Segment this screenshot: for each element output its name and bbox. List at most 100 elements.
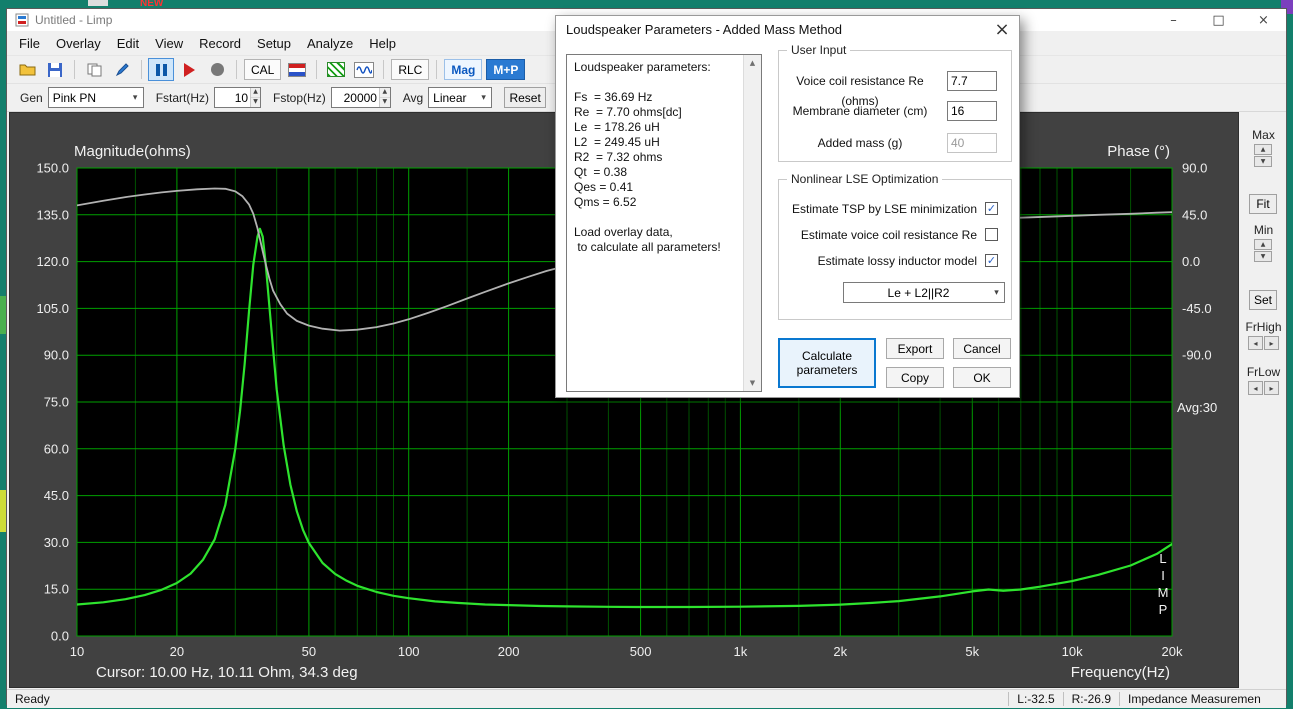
app-icon bbox=[15, 13, 29, 27]
open-button[interactable] bbox=[14, 58, 40, 81]
frhigh-arrows: ◂ ▸ bbox=[1248, 336, 1280, 350]
toolbar-separator bbox=[316, 60, 317, 79]
results-line bbox=[574, 75, 741, 90]
minimize-button[interactable]: – bbox=[1151, 9, 1196, 31]
results-line bbox=[574, 210, 741, 225]
screen: NEW Untitled - Limp – □ × File Overlay E… bbox=[0, 0, 1293, 709]
signal-generator-icon bbox=[327, 62, 345, 77]
diameter-input[interactable] bbox=[947, 101, 997, 121]
waveform-button[interactable] bbox=[351, 58, 377, 81]
spin-up-icon[interactable]: ▲ bbox=[251, 88, 260, 98]
cal-button[interactable]: CAL bbox=[244, 59, 281, 80]
estimate-tsp-label: Estimate TSP by LSE minimization bbox=[779, 202, 977, 216]
close-button[interactable]: × bbox=[1241, 9, 1286, 31]
mag-plus-phase-button[interactable]: M+P bbox=[486, 59, 525, 80]
menu-help[interactable]: Help bbox=[361, 31, 404, 55]
min-down-button[interactable]: ▼ bbox=[1254, 251, 1272, 262]
frequency-axis-title: Frequency(Hz) bbox=[1071, 664, 1170, 681]
pen-button[interactable] bbox=[109, 58, 135, 81]
frlow-right-button[interactable]: ▸ bbox=[1264, 381, 1279, 395]
svg-text:90.0: 90.0 bbox=[44, 348, 69, 363]
results-box[interactable]: Loudspeaker parameters: Fs = 36.69 Hz Re… bbox=[566, 54, 762, 392]
menu-overlay[interactable]: Overlay bbox=[48, 31, 109, 55]
export-button[interactable]: Export bbox=[886, 338, 944, 359]
spin-down-icon[interactable]: ▼ bbox=[380, 98, 390, 107]
scroll-up-button[interactable]: ▲ bbox=[744, 55, 761, 71]
scroll-down-button[interactable]: ▼ bbox=[744, 375, 761, 391]
frhigh-right-button[interactable]: ▸ bbox=[1264, 336, 1279, 350]
generator-button[interactable] bbox=[323, 58, 349, 81]
pause-button[interactable] bbox=[148, 58, 174, 81]
toolbar-separator bbox=[236, 60, 237, 79]
fstop-value[interactable] bbox=[332, 88, 379, 107]
spin-up-icon[interactable]: ▲ bbox=[380, 88, 390, 98]
results-scrollbar[interactable]: ▲ ▼ bbox=[743, 55, 761, 391]
ok-button[interactable]: OK bbox=[953, 367, 1011, 388]
menu-edit[interactable]: Edit bbox=[109, 31, 147, 55]
fstart-value[interactable] bbox=[215, 88, 250, 107]
max-down-button[interactable]: ▼ bbox=[1254, 156, 1272, 167]
chevron-down-icon: ▾ bbox=[476, 93, 491, 103]
menu-analyze[interactable]: Analyze bbox=[299, 31, 361, 55]
max-up-button[interactable]: ▲ bbox=[1254, 144, 1272, 155]
rlc-button[interactable]: RLC bbox=[391, 59, 429, 80]
lse-group-label: Nonlinear LSE Optimization bbox=[787, 172, 942, 186]
check-row: Estimate voice coil resistance Re ✓ bbox=[779, 228, 1011, 242]
estimate-re-checkbox[interactable]: ✓ bbox=[985, 228, 998, 241]
check-icon: ✓ bbox=[986, 255, 997, 266]
spin-down-icon[interactable]: ▼ bbox=[251, 98, 260, 107]
save-button[interactable] bbox=[42, 58, 68, 81]
re-field-row: Voice coil resistance Re (ohms) bbox=[779, 71, 1011, 91]
estimate-tsp-checkbox[interactable]: ✓ bbox=[985, 202, 998, 215]
avg-value: Linear bbox=[433, 91, 476, 105]
waveform-icon bbox=[354, 62, 374, 78]
mag-button[interactable]: Mag bbox=[444, 59, 482, 80]
status-mode: Impedance Measuremen bbox=[1119, 692, 1286, 706]
fstart-input[interactable]: ▲▼ bbox=[214, 87, 261, 108]
frlow-left-button[interactable]: ◂ bbox=[1248, 381, 1263, 395]
svg-text:45.0: 45.0 bbox=[44, 488, 69, 503]
menu-setup[interactable]: Setup bbox=[249, 31, 299, 55]
calculate-parameters-button[interactable]: Calculate parameters bbox=[778, 338, 876, 388]
generator-select[interactable]: Pink PN ▾ bbox=[48, 87, 144, 108]
play-button[interactable] bbox=[176, 58, 202, 81]
min-up-button[interactable]: ▲ bbox=[1254, 239, 1272, 250]
cancel-button[interactable]: Cancel bbox=[953, 338, 1011, 359]
lossy-inductor-label: Estimate lossy inductor model bbox=[779, 254, 977, 268]
phase-axis-title: Phase (°) bbox=[1107, 143, 1170, 160]
avg-select[interactable]: Linear ▾ bbox=[428, 87, 492, 108]
svg-text:120.0: 120.0 bbox=[36, 254, 69, 269]
menu-view[interactable]: View bbox=[147, 31, 191, 55]
svg-text:-45.0: -45.0 bbox=[1182, 301, 1212, 316]
svg-text:75.0: 75.0 bbox=[44, 395, 69, 410]
stop-icon bbox=[211, 63, 224, 76]
reset-button[interactable]: Reset bbox=[504, 87, 546, 108]
stop-button[interactable] bbox=[204, 58, 230, 81]
fit-button[interactable]: Fit bbox=[1249, 194, 1277, 214]
frlow-arrows: ◂ ▸ bbox=[1248, 381, 1280, 395]
copy-button[interactable]: Copy bbox=[886, 367, 944, 388]
fstop-input[interactable]: ▲▼ bbox=[331, 87, 391, 108]
copy-button[interactable] bbox=[81, 58, 107, 81]
lossy-inductor-checkbox[interactable]: ✓ bbox=[985, 254, 998, 267]
menu-file[interactable]: File bbox=[11, 31, 48, 55]
chevron-down-icon: ▾ bbox=[128, 93, 143, 103]
re-input[interactable] bbox=[947, 71, 997, 91]
status-right-level: R:-26.9 bbox=[1063, 692, 1119, 706]
svg-text:10k: 10k bbox=[1062, 644, 1083, 659]
pause-icon bbox=[156, 64, 167, 76]
svg-text:2k: 2k bbox=[833, 644, 847, 659]
toolbar-separator bbox=[436, 60, 437, 79]
magnitude-axis-title: Magnitude(ohms) bbox=[74, 143, 191, 160]
flag-button[interactable] bbox=[284, 58, 310, 81]
results-line: Le = 178.26 uH bbox=[574, 120, 741, 135]
maximize-button[interactable]: □ bbox=[1196, 9, 1241, 31]
fstart-label: Fstart(Hz) bbox=[156, 91, 209, 105]
inductor-model-select[interactable]: Le + L2||R2 ▾ bbox=[843, 282, 1005, 303]
menu-record[interactable]: Record bbox=[191, 31, 249, 55]
dialog-close-button[interactable]: × bbox=[985, 16, 1019, 43]
open-folder-icon bbox=[19, 63, 36, 76]
set-button[interactable]: Set bbox=[1249, 290, 1277, 310]
frhigh-left-button[interactable]: ◂ bbox=[1248, 336, 1263, 350]
svg-text:30.0: 30.0 bbox=[44, 535, 69, 550]
